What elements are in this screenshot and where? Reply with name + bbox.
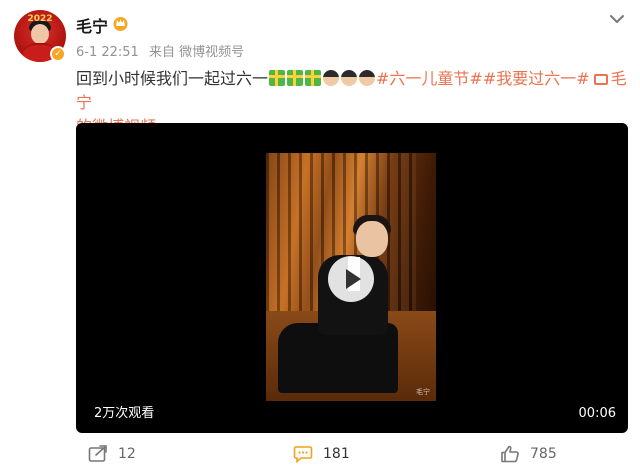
- like-count: 785: [530, 446, 557, 462]
- comment-icon: [293, 446, 313, 463]
- doll-emoji: [323, 70, 340, 86]
- post-timestamp[interactable]: 6-1 22:51: [76, 45, 139, 60]
- more-icon[interactable]: [608, 10, 626, 28]
- gift-emoji: [269, 70, 286, 86]
- video-duration: 00:06: [578, 406, 616, 421]
- post-meta: 6-1 22:51 来自 微博视频号: [76, 41, 250, 60]
- topic-link-children-day[interactable]: #六一儿童节#: [376, 69, 483, 88]
- avatar-face: [31, 24, 49, 44]
- gift-emoji: [305, 70, 322, 86]
- post-source: 来自 微博视频号: [148, 45, 245, 60]
- doll-emoji: [341, 70, 358, 86]
- video-view-count: 2万次观看: [94, 406, 155, 421]
- author-name[interactable]: 毛宁: [76, 13, 108, 37]
- repost-button[interactable]: 12: [88, 444, 136, 464]
- gift-emoji: [287, 70, 304, 86]
- verify-icon: ✓: [50, 46, 66, 62]
- like-icon: [501, 445, 519, 463]
- video-player[interactable]: 毛宁 2万次观看 00:06: [76, 123, 628, 433]
- video-link-icon: [593, 74, 608, 85]
- action-bar: 12 181 785: [0, 440, 640, 468]
- thumbnail-person: [278, 213, 398, 398]
- repost-icon: [88, 445, 107, 462]
- comment-count: 181: [323, 446, 350, 462]
- crown-icon: [113, 17, 128, 31]
- comment-button[interactable]: 181: [293, 444, 350, 464]
- person-head: [356, 221, 388, 257]
- doll-emoji: [359, 70, 376, 86]
- repost-count: 12: [118, 446, 136, 462]
- play-icon[interactable]: [328, 256, 374, 302]
- post-text-plain: 回到小时候我们一起过六一: [76, 69, 269, 88]
- like-button[interactable]: 785: [500, 444, 557, 464]
- thumbnail-watermark: 毛宁: [416, 388, 430, 396]
- topic-link-celebrate[interactable]: #我要过六一#: [483, 69, 590, 88]
